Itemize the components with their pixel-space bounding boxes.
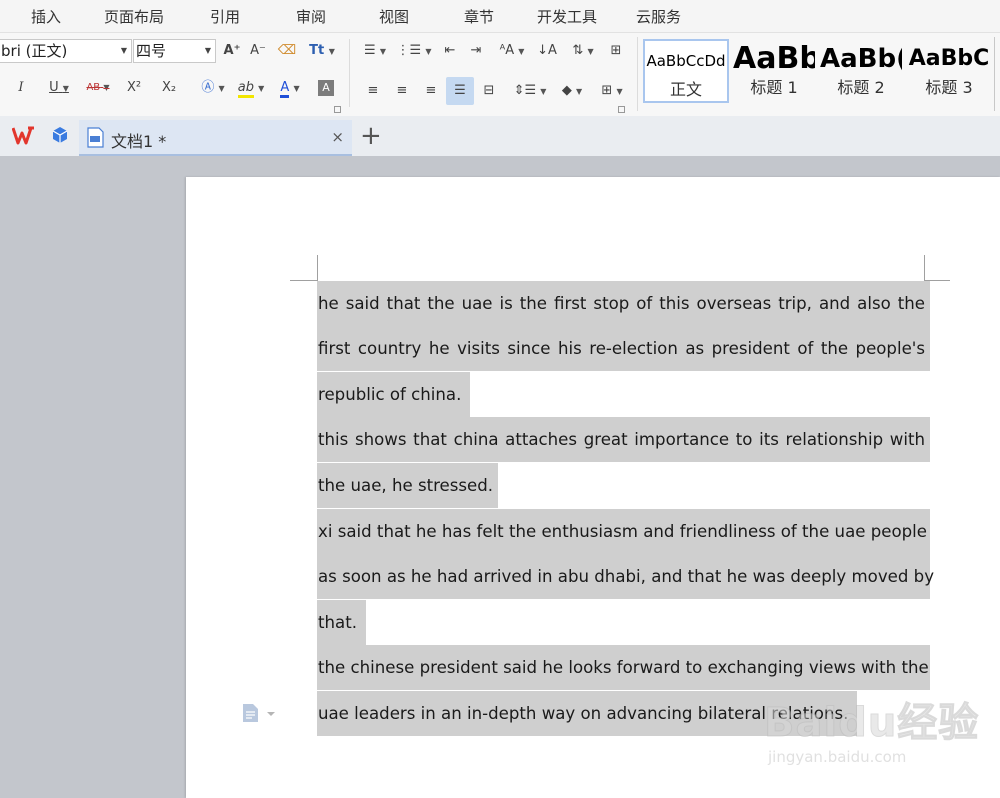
text-outline-icon[interactable]: Ⓐ ▼ [195, 77, 231, 99]
menu-section[interactable]: 章节 [464, 7, 494, 27]
font-size-select[interactable]: 四号 ▼ [133, 39, 216, 63]
style-heading-3[interactable]: AaBbC 标题 3 [907, 39, 991, 103]
menu-bar: 插入 页面布局 引用 审阅 视图 章节 开发工具 云服务 [0, 0, 1000, 33]
text-line[interactable]: that. [318, 600, 357, 645]
menu-references[interactable]: 引用 [210, 7, 240, 27]
close-icon[interactable]: × [331, 128, 344, 146]
crop-mark [924, 255, 925, 281]
divider [349, 39, 350, 107]
line-spacing-icon[interactable]: ⇕☰ ▼ [512, 80, 548, 102]
decrease-indent-icon[interactable]: ⇤ [440, 40, 460, 62]
borders-icon[interactable]: ⊞ ▼ [594, 80, 630, 102]
align-center-icon[interactable]: ≡ [391, 80, 413, 102]
underline-label: U [49, 80, 59, 95]
watermark-sub: jingyan.baidu.com [768, 748, 907, 766]
justify-icon[interactable]: ☰ [446, 77, 474, 105]
style-name: 标题 3 [925, 78, 973, 97]
shrink-font-button[interactable]: A⁻ [248, 40, 268, 62]
align-left-icon[interactable]: ≡ [362, 80, 384, 102]
superscript-button[interactable]: X² [123, 77, 145, 99]
chevron-down-icon: ▼ [120, 46, 127, 55]
menu-cloud-service[interactable]: 云服务 [636, 7, 681, 27]
paragraph-marker-icon[interactable] [242, 703, 282, 723]
show-marks-icon[interactable]: ⇅ ▼ [566, 40, 600, 62]
subscript-button[interactable]: X₂ [157, 77, 181, 99]
wps-logo-icon[interactable] [11, 125, 36, 147]
chevron-down-icon: ▼ [204, 46, 211, 55]
divider [637, 37, 638, 111]
highlight-button[interactable]: ab ▼ [233, 77, 269, 99]
strike-label: AB [86, 82, 101, 93]
bullet-list-icon[interactable]: ☰ ▼ [358, 40, 392, 62]
font-name-value: bri (正文) [1, 42, 68, 60]
italic-button[interactable]: I [12, 77, 30, 99]
ribbon-toolbar: bri (正文) ▼ 四号 ▼ A⁺ A⁻ ⌫ Tt ▼ ☰ ▼ ⋮☰ ▼ ⇤ … [0, 33, 1000, 116]
style-sample: AaBb [733, 41, 815, 76]
text-line[interactable]: republic of china. [318, 372, 461, 417]
text-line[interactable]: xi said that he has felt the enthusiasm … [318, 509, 927, 554]
paragraph-shading-icon[interactable]: ◆ ▼ [554, 80, 590, 102]
text-line[interactable]: as soon as he had arrived in abu dhabi, … [318, 554, 934, 599]
baidu-watermark-logo: Baidu经验 jingyan.baidu.com [763, 688, 1000, 778]
underline-button[interactable]: U ▼ [42, 77, 76, 99]
crop-mark [317, 255, 318, 281]
crop-mark [290, 280, 318, 281]
cube-icon[interactable] [51, 126, 69, 144]
char-shading-button[interactable]: A [318, 80, 334, 96]
strikethrough-button[interactable]: AB ▼ [80, 77, 116, 99]
menu-review[interactable]: 审阅 [296, 7, 326, 27]
text-line[interactable]: this shows that china attaches great imp… [318, 417, 925, 462]
menu-view[interactable]: 视图 [379, 7, 409, 27]
menu-insert[interactable]: 插入 [31, 7, 61, 27]
tab-document1[interactable]: 文档1 * × [79, 120, 352, 156]
document-icon [87, 127, 104, 148]
new-tab-button[interactable]: + [360, 122, 382, 150]
style-sample: AaBb( [820, 44, 902, 74]
font-size-value: 四号 [136, 42, 167, 60]
text-effect-icon[interactable]: Tt ▼ [305, 40, 339, 62]
menu-developer[interactable]: 开发工具 [537, 7, 597, 27]
menu-page-layout[interactable]: 页面布局 [104, 7, 164, 27]
text-line[interactable]: first country he visits since his re-ele… [318, 326, 925, 371]
font-color-label: A [280, 80, 290, 98]
gallery-scroll[interactable] [994, 37, 995, 111]
style-name: 标题 2 [837, 78, 885, 97]
text-line[interactable]: the chinese president said he looks forw… [318, 645, 929, 690]
sort-icon[interactable]: ↓A [537, 40, 557, 62]
document-tab-bar: 文档1 * × + [0, 116, 1000, 156]
font-color-button[interactable]: A ▼ [272, 77, 308, 99]
style-name: 正文 [669, 80, 702, 99]
style-sample: AaBbCcDd [646, 52, 726, 70]
style-heading-1[interactable]: AaBb 标题 1 [733, 39, 815, 103]
clear-format-icon[interactable]: ⌫ [277, 40, 297, 62]
highlight-label: ab [237, 80, 254, 98]
style-normal[interactable]: AaBbCcDd 正文 [643, 39, 729, 103]
distributed-align-icon[interactable]: ⊟ [478, 80, 500, 102]
align-right-icon[interactable]: ≡ [420, 80, 442, 102]
numbered-list-icon[interactable]: ⋮☰ ▼ [396, 40, 432, 62]
font-dialog-launcher[interactable] [334, 106, 341, 113]
text-line[interactable]: he said that the uae is the first stop o… [318, 281, 925, 326]
tab-title: 文档1 * [111, 132, 167, 151]
change-case-icon[interactable]: ᴬA ▼ [494, 40, 530, 62]
paragraph-dialog-launcher[interactable] [618, 106, 625, 113]
font-name-select[interactable]: bri (正文) ▼ [0, 39, 132, 63]
style-sample: AaBbC [908, 46, 990, 71]
table-grid-icon[interactable]: ⊞ [606, 40, 626, 62]
style-heading-2[interactable]: AaBb( 标题 2 [820, 39, 902, 103]
text-line[interactable]: the uae, he stressed. [318, 463, 493, 508]
style-name: 标题 1 [750, 78, 798, 97]
watermark-main: Baidu经验 [763, 700, 980, 747]
grow-font-button[interactable]: A⁺ [222, 40, 242, 62]
increase-indent-icon[interactable]: ⇥ [466, 40, 486, 62]
